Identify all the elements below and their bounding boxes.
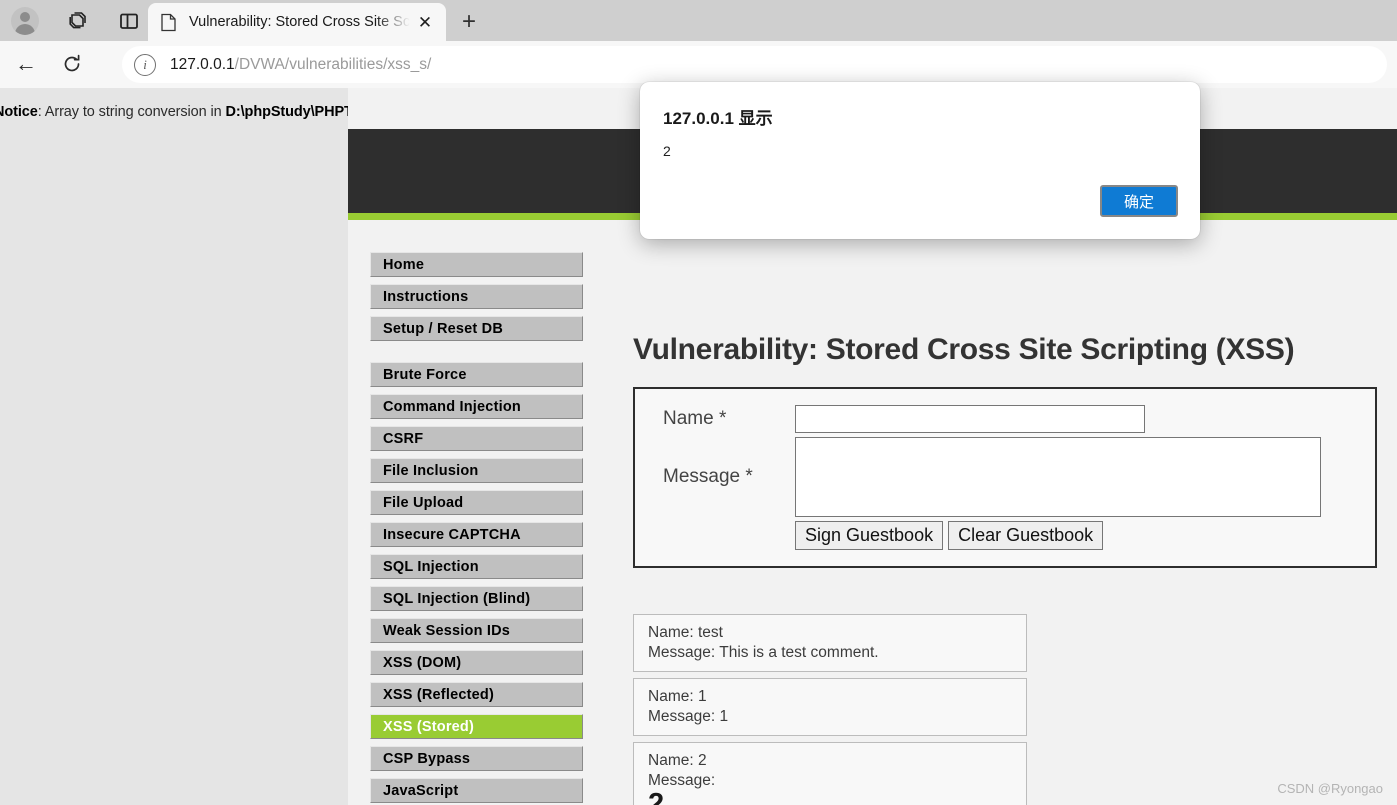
clear-guestbook-button[interactable]: Clear Guestbook (948, 521, 1104, 550)
sidebar-item-setup-reset-db[interactable]: Setup / Reset DB (370, 316, 583, 341)
site-info-icon[interactable]: i (134, 53, 156, 76)
entry-name: Name: test (648, 624, 723, 641)
name-row: Name * (635, 405, 1375, 433)
watermark: CSDN @Ryongao (1277, 781, 1383, 796)
browser-window: Vulnerability: Stored Cross Site Sc ✕ + … (0, 0, 1397, 805)
message-label: Message * (663, 466, 753, 487)
name-label: Name * (663, 408, 727, 429)
entry-name: Name: 2 (648, 752, 707, 769)
sidebar-item-csp-bypass[interactable]: CSP Bypass (370, 746, 583, 771)
sidebar-item-file-inclusion[interactable]: File Inclusion (370, 458, 583, 483)
sidebar-group-general: Home Instructions Setup / Reset DB (370, 252, 583, 341)
page-favicon (160, 13, 177, 32)
message-row: Message * (635, 437, 1375, 517)
browser-tab-title: Vulnerability: Stored Cross Site Sc (189, 14, 411, 30)
sidebar-item-xss-reflected[interactable]: XSS (Reflected) (370, 682, 583, 707)
browser-tab-active[interactable]: Vulnerability: Stored Cross Site Sc ✕ (148, 3, 446, 41)
guestbook-form: Name * Message * Sign Guestbook Clear Gu… (633, 387, 1377, 568)
new-tab-button[interactable]: + (455, 8, 483, 36)
url-path: /DVWA/vulnerabilities/xss_s/ (234, 55, 432, 73)
sidebar-item-file-upload[interactable]: File Upload (370, 490, 583, 515)
entry-message: Message: (648, 772, 716, 789)
profile-avatar-icon[interactable] (10, 6, 40, 36)
sidebar-item-brute-force[interactable]: Brute Force (370, 362, 583, 387)
sidebar-item-home[interactable]: Home (370, 252, 583, 277)
collections-icon[interactable] (62, 6, 92, 36)
split-screen-icon[interactable] (114, 6, 144, 36)
php-notice-text: Array to string conversion in (44, 104, 226, 120)
dialog-message: 2 (663, 143, 671, 159)
sidebar-item-xss-stored[interactable]: XSS (Stored) (370, 714, 583, 739)
browser-tab-strip: Vulnerability: Stored Cross Site Sc ✕ + (0, 0, 1397, 41)
browser-toolbar: ← i 127.0.0.1/DVWA/vulnerabilities/xss_s… (0, 41, 1397, 88)
sidebar-item-javascript[interactable]: JavaScript (370, 778, 583, 803)
page-title: Vulnerability: Stored Cross Site Scripti… (633, 333, 1295, 366)
guestbook-entry: Name: test Message: This is a test comme… (633, 614, 1027, 672)
dialog-ok-button[interactable]: 确定 (1100, 185, 1178, 217)
entry-injected-text: 2 (648, 788, 665, 805)
entry-message: Message: This is a test comment. (648, 644, 879, 661)
close-icon[interactable]: ✕ (412, 9, 438, 35)
address-bar[interactable]: i 127.0.0.1/DVWA/vulnerabilities/xss_s/ (122, 46, 1387, 83)
sidebar-item-sql-injection[interactable]: SQL Injection (370, 554, 583, 579)
back-icon[interactable]: ← (8, 46, 44, 82)
url-host: 127.0.0.1 (170, 55, 235, 73)
php-notice-separator: : (37, 104, 45, 120)
dvwa-content-column: Vulnerability: Stored Cross Site Scripti… (633, 227, 1393, 805)
sidebar-item-csrf[interactable]: CSRF (370, 426, 583, 451)
sidebar-item-weak-session-ids[interactable]: Weak Session IDs (370, 618, 583, 643)
entry-name: Name: 1 (648, 688, 707, 705)
javascript-alert-dialog: 127.0.0.1 显示 2 确定 (640, 82, 1200, 239)
dialog-title: 127.0.0.1 显示 (663, 109, 773, 128)
sidebar-item-command-injection[interactable]: Command Injection (370, 394, 583, 419)
dvwa-main-area: Home Instructions Setup / Reset DB Brute… (348, 227, 1397, 805)
php-notice-label: Notice (0, 104, 38, 120)
guestbook-entry: Name: 2 Message: 2 (633, 742, 1027, 805)
sidebar-item-xss-dom[interactable]: XSS (DOM) (370, 650, 583, 675)
sidebar-item-instructions[interactable]: Instructions (370, 284, 583, 309)
dvwa-sidebar-menu: Home Instructions Setup / Reset DB Brute… (370, 252, 583, 805)
sidebar-item-sql-injection-blind[interactable]: SQL Injection (Blind) (370, 586, 583, 611)
guestbook-entry: Name: 1 Message: 1 (633, 678, 1027, 736)
tab-strip-left-icons (0, 0, 144, 41)
guestbook-button-row: Sign Guestbook Clear Guestbook (795, 521, 1375, 550)
reload-icon[interactable] (54, 46, 90, 82)
entry-message: Message: 1 (648, 708, 729, 725)
sidebar-item-insecure-captcha[interactable]: Insecure CAPTCHA (370, 522, 583, 547)
guestbook-entries: Name: test Message: This is a test comme… (633, 614, 1027, 805)
name-input[interactable] (795, 405, 1145, 433)
address-bar-url: 127.0.0.1/DVWA/vulnerabilities/xss_s/ (170, 56, 431, 74)
message-textarea[interactable] (795, 437, 1321, 517)
sidebar-group-vulnerabilities: Brute Force Command Injection CSRF File … (370, 362, 583, 803)
sign-guestbook-button[interactable]: Sign Guestbook (795, 521, 944, 550)
